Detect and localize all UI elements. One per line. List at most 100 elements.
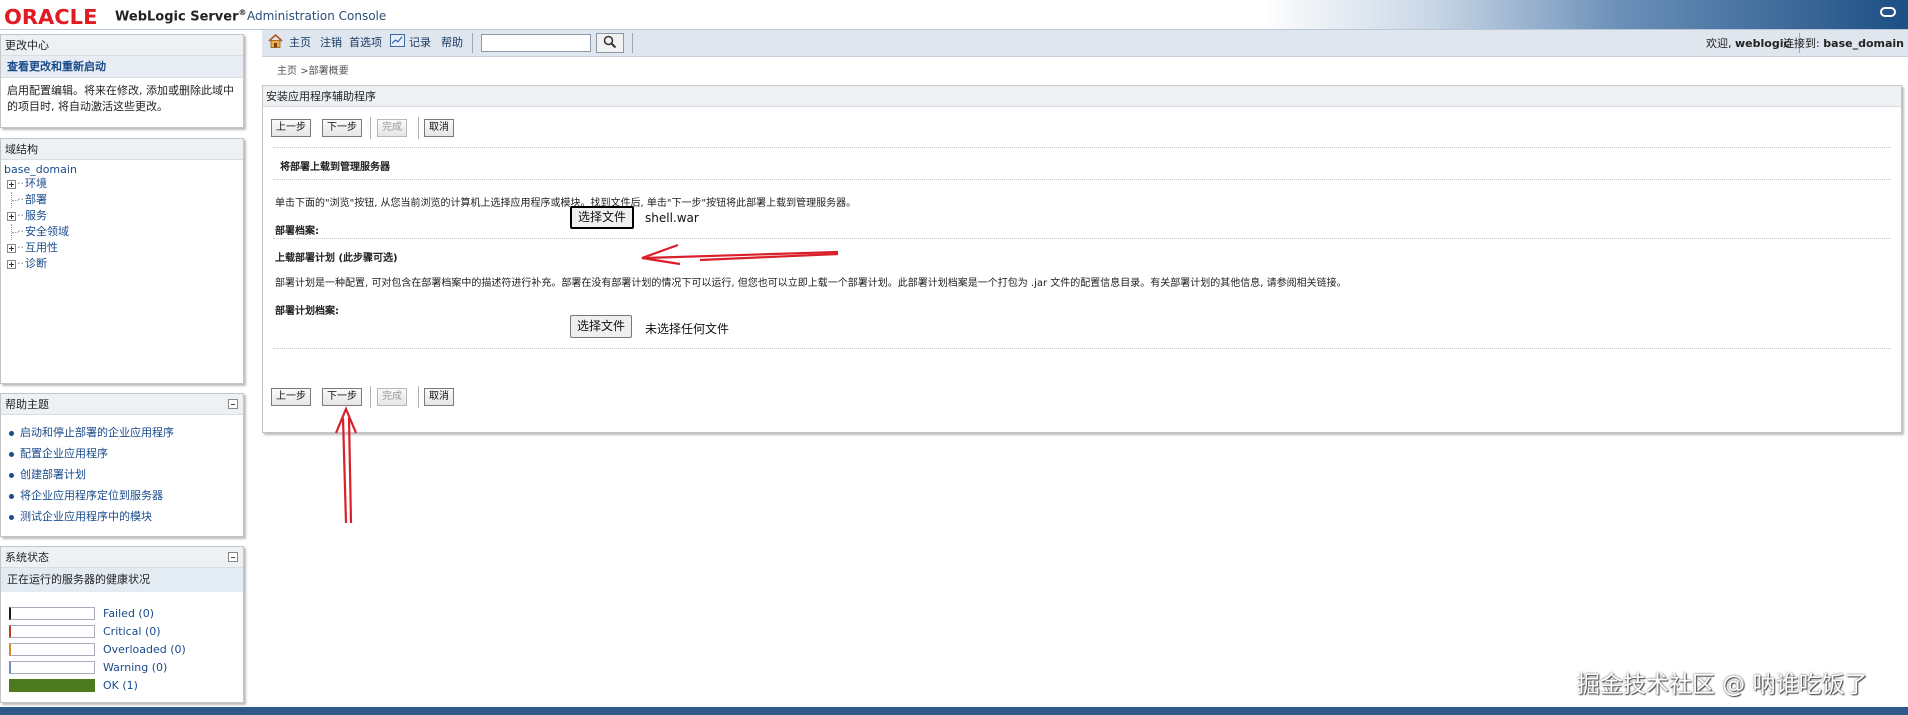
help-topic-item[interactable]: 测试企业应用程序中的模块 [7,510,243,531]
bullet-icon [9,473,14,478]
archive-label: 部署档案: [275,226,319,237]
finish-button-top: 完成 [377,119,407,137]
cancel-button-bottom[interactable]: 取消 [424,388,454,406]
nav-logout-link[interactable]: 注销 [320,35,342,51]
help-topics-panel: 帮助主题 启动和停止部署的企业应用程序 配置企业应用程序 创建部署计划将企业应用程序… [0,393,244,537]
nav-home-link[interactable]: 主页 [289,35,311,51]
status-row: OK (1) [9,678,138,692]
expand-plus-icon[interactable] [7,259,16,269]
product-subtitle: Administration Console [247,9,387,23]
status-row: Critical (0) [9,624,161,638]
wizard-title: 安装应用程序辅助程序 [263,86,1901,107]
collapse-icon[interactable] [228,399,238,409]
tree-item-label[interactable]: 安全领域 [25,224,69,240]
help-topic-link[interactable]: 配置企业应用程序 [20,447,108,461]
tree-item-label[interactable]: 服务 [25,208,47,224]
divider [273,179,1891,180]
tree-item[interactable]: ·· 部署 [1,192,243,208]
status-link[interactable]: Critical (0) [103,625,161,638]
oracle-o-icon [1880,7,1896,17]
plan-file-name: 未选择任何文件 [645,322,730,336]
cancel-button-top[interactable]: 取消 [424,119,454,137]
choose-plan-file-button[interactable]: 选择文件 [570,315,633,338]
upload-section-title: 将部署上载到管理服务器 [280,162,390,173]
tree-item-label[interactable]: 环境 [25,176,47,192]
help-topic-link[interactable]: 启动和停止部署的企业应用程序 [20,426,174,440]
help-topic-item[interactable]: 启动和停止部署的企业应用程序 [7,426,243,447]
search-button[interactable] [596,33,624,53]
welcome-text: 欢迎, weblogic [1706,37,1790,50]
nav-preferences-link[interactable]: 首选项 [349,35,382,51]
divider [273,147,1891,148]
connected-to-text: 连接到: base_domain [1783,37,1904,50]
domain-structure-panel: 域结构 base_domain ·· 环境 ·· 部署 ·· 服务 ·· 安全领域 ·· 互用性 ·… [0,138,244,384]
domain-tree: ·· 环境 ·· 部署 ·· 服务 ·· 安全领域 ·· 互用性 ·· 诊断 [1,176,243,272]
button-separator [370,386,371,408]
nav-record-link[interactable]: 记录 [409,35,431,51]
bullet-icon [9,494,14,499]
tree-connector [11,224,21,240]
change-center-panel: 更改中心 查看更改和重新启动 启用配置编辑。将来在修改, 添加或删除此域中的项目… [0,34,244,128]
divider [273,238,1891,239]
search-input[interactable] [481,34,591,52]
status-bar [9,660,95,674]
top-navbar: 主页 注销 首选项 记录 帮助 欢迎, weblogic 连接到: base_d… [262,30,1908,57]
button-separator [418,386,419,408]
tree-item[interactable]: ·· 环境 [1,176,243,192]
tree-item[interactable]: ·· 服务 [1,208,243,224]
status-bar [9,678,95,692]
breadcrumb: 主页 >部署概要 [277,66,349,77]
tree-item-label[interactable]: 诊断 [25,256,47,272]
server-health-label: 正在运行的服务器的健康状况 [1,568,243,592]
back-button-bottom[interactable]: 上一步 [271,388,311,406]
status-row: Failed (0) [9,606,154,620]
install-wizard-panel: 安装应用程序辅助程序 上一步 下一步 完成 取消 将部署上载到管理服务器 单击下… [262,85,1902,433]
status-row: Overloaded (0) [9,642,186,656]
nav-separator [632,33,633,53]
help-topic-link[interactable]: 测试企业应用程序中的模块 [20,510,152,524]
tree-connector: ·· [17,257,24,270]
home-icon[interactable] [268,34,283,48]
tree-connector: ·· [17,177,24,190]
app-header: ORACLE WebLogic Server® Administration C… [0,0,1908,30]
status-link[interactable]: Failed (0) [103,607,154,620]
help-topics-title: 帮助主题 [1,394,243,415]
help-topic-link[interactable]: 将企业应用程序定位到服务器 [20,489,163,503]
domain-root-link[interactable]: base_domain [1,160,243,176]
help-topic-item[interactable]: 配置企业应用程序 [7,447,243,468]
product-name: WebLogic Server® [115,8,247,25]
help-topic-item[interactable]: 将企业应用程序定位到服务器 [7,489,243,510]
tree-item-label[interactable]: 互用性 [25,240,58,256]
status-link[interactable]: Overloaded (0) [103,643,186,656]
system-status-panel: 系统状态 正在运行的服务器的健康状况 Failed (0) Critical (0… [0,546,244,703]
tree-item-label[interactable]: 部署 [25,192,47,208]
status-link[interactable]: Warning (0) [103,661,167,674]
status-bar [9,624,95,638]
footer-bar [0,707,1908,715]
nav-separator [472,33,473,53]
system-status-title: 系统状态 [1,547,243,568]
tree-item[interactable]: ·· 诊断 [1,256,243,272]
help-topic-link[interactable]: 创建部署计划 [20,468,86,482]
expand-plus-icon[interactable] [7,179,16,189]
view-changes-link[interactable]: 查看更改和重新启动 [1,56,243,78]
back-button-top[interactable]: 上一步 [271,119,311,137]
collapse-icon[interactable] [228,552,238,562]
tree-item[interactable]: ·· 安全领域 [1,224,243,240]
bullet-icon [9,515,14,520]
finish-button-bottom: 完成 [377,388,407,406]
next-button-top[interactable]: 下一步 [322,119,362,137]
tree-item[interactable]: ·· 互用性 [1,240,243,256]
search-icon [603,35,617,48]
choose-archive-file-button[interactable]: 选择文件 [570,206,635,229]
record-chart-icon[interactable] [390,34,405,47]
expand-plus-icon[interactable] [7,243,16,253]
status-link[interactable]: OK (1) [103,679,138,692]
expand-plus-icon[interactable] [7,211,16,221]
next-button-bottom[interactable]: 下一步 [322,388,362,406]
breadcrumb-home-link[interactable]: 主页 [277,66,297,77]
oracle-logo: ORACLE [4,5,98,29]
plan-label: 部署计划档案: [275,306,339,317]
nav-help-link[interactable]: 帮助 [441,35,463,51]
help-topic-item[interactable]: 创建部署计划 [7,468,243,489]
